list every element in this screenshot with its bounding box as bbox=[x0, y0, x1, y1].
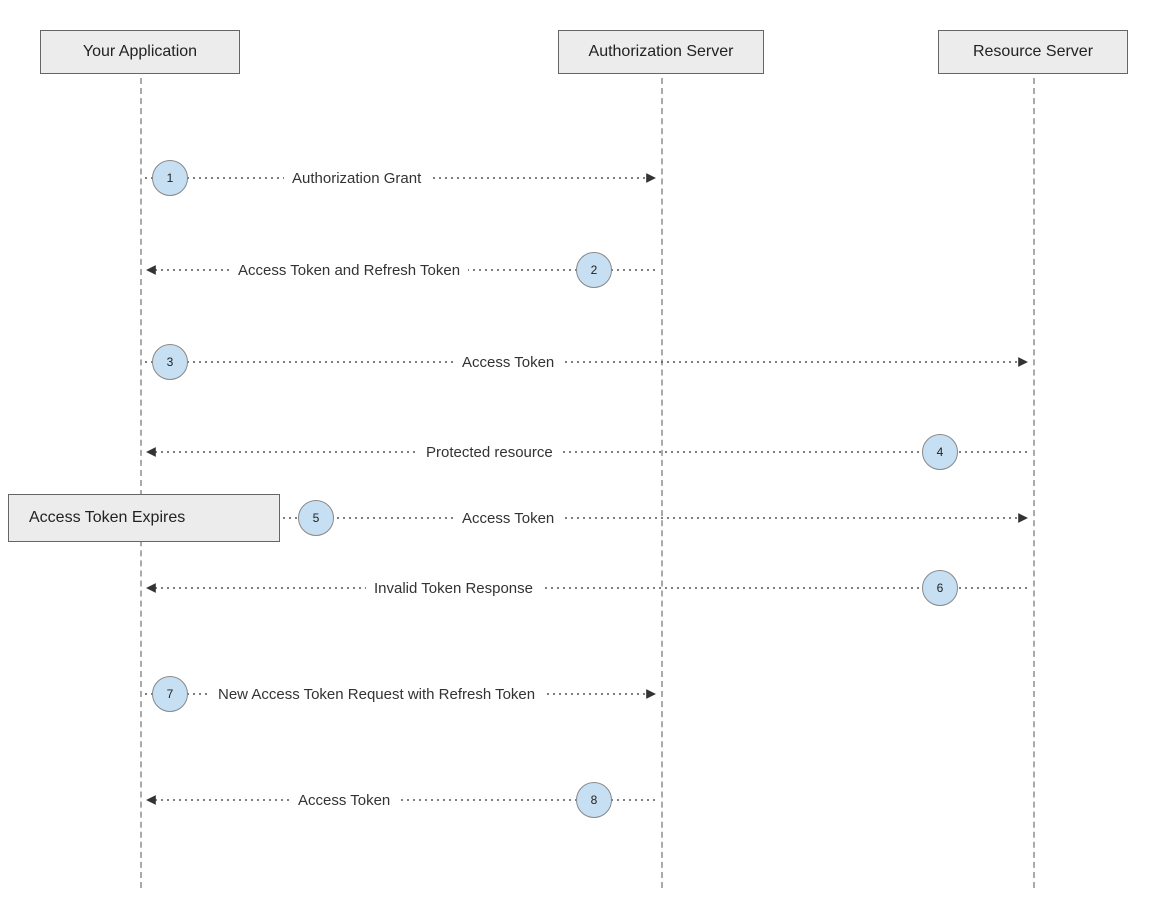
step-8-marker: 8 bbox=[576, 782, 612, 818]
step-3-label: Access Token bbox=[454, 352, 562, 373]
step-7-marker: 7 bbox=[152, 676, 188, 712]
step-3-marker: 3 bbox=[152, 344, 188, 380]
step-4-label: Protected resource bbox=[418, 442, 561, 463]
note-access-token-expires: Access Token Expires bbox=[8, 494, 280, 542]
step-2-marker: 2 bbox=[576, 252, 612, 288]
step-7-label: New Access Token Request with Refresh To… bbox=[210, 684, 543, 705]
step-6-marker: 6 bbox=[922, 570, 958, 606]
step-4-marker: 4 bbox=[922, 434, 958, 470]
step-1-marker: 1 bbox=[152, 160, 188, 196]
step-2-label: Access Token and Refresh Token bbox=[230, 260, 468, 281]
step-5-marker: 5 bbox=[298, 500, 334, 536]
step-5-label: Access Token bbox=[454, 508, 562, 529]
step-6-label: Invalid Token Response bbox=[366, 578, 541, 599]
message-arrows bbox=[0, 0, 1150, 908]
step-1-label: Authorization Grant bbox=[284, 168, 429, 189]
step-8-label: Access Token bbox=[290, 790, 398, 811]
